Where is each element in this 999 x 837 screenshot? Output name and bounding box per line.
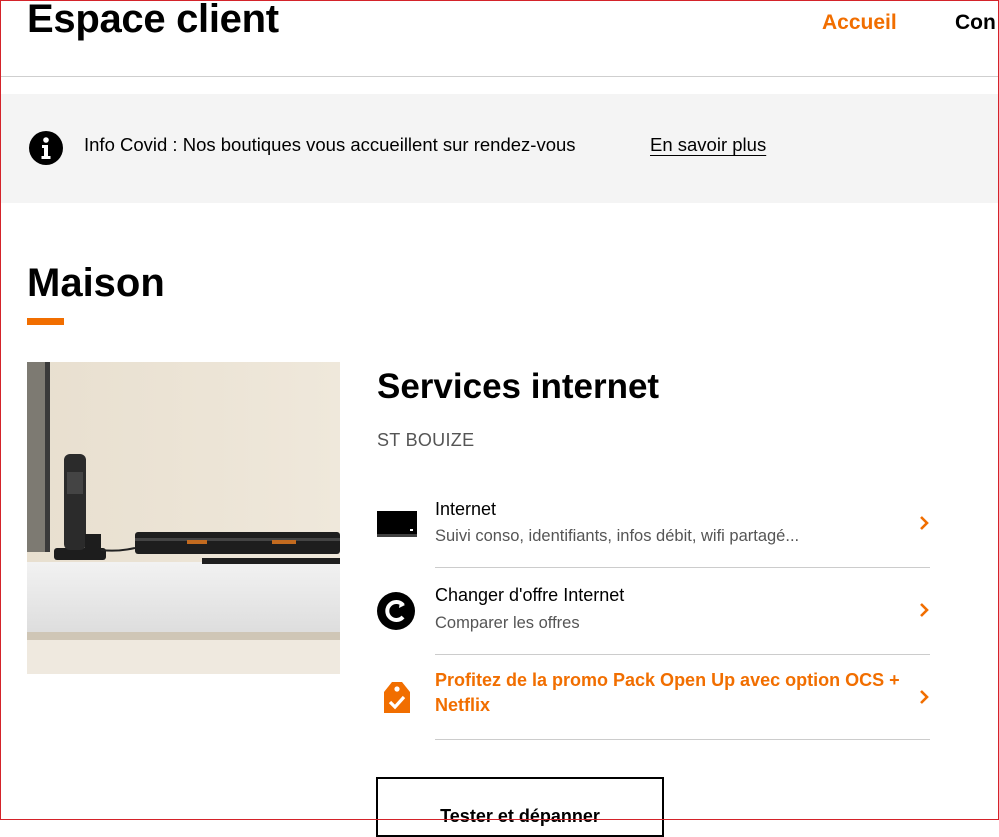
chevron-right-icon bbox=[920, 516, 929, 530]
promo-tag-icon bbox=[384, 682, 410, 713]
change-offer-icon bbox=[377, 592, 415, 630]
home-equipment-photo bbox=[27, 362, 340, 674]
section-title: Maison bbox=[27, 261, 165, 305]
divider bbox=[435, 739, 930, 740]
banner-text: Info Covid : Nos boutiques vous accueill… bbox=[84, 134, 576, 155]
service-change-offer[interactable]: Changer d'offre Internet Comparer les of… bbox=[377, 584, 937, 644]
divider bbox=[435, 567, 930, 568]
header: Espace client Accueil Con bbox=[0, 0, 999, 77]
services-title: Services internet bbox=[377, 367, 660, 406]
test-and-troubleshoot-button[interactable]: Tester et dépanner bbox=[376, 777, 664, 837]
title-accent-bar bbox=[27, 318, 64, 325]
covid-info-banner: Info Covid : Nos boutiques vous accueill… bbox=[0, 94, 999, 203]
service-title: Internet bbox=[435, 499, 497, 519]
info-icon bbox=[29, 131, 63, 165]
service-description: Suivi conso, identifiants, infos débit, … bbox=[435, 527, 800, 545]
nav-link-partial[interactable]: Con bbox=[955, 11, 996, 35]
service-promo-openup[interactable]: Profitez de la promo Pack Open Up avec o… bbox=[377, 668, 937, 728]
chevron-right-icon bbox=[920, 690, 929, 704]
service-title: Changer d'offre Internet bbox=[435, 585, 625, 605]
page-title: Espace client bbox=[27, 0, 279, 41]
services-subtitle: ST BOUIZE bbox=[377, 430, 475, 450]
learn-more-link[interactable]: En savoir plus bbox=[650, 134, 766, 156]
promo-title: Profitez de la promo Pack Open Up avec o… bbox=[435, 670, 900, 715]
livebox-icon bbox=[377, 511, 417, 537]
service-description: Comparer les offres bbox=[435, 614, 580, 632]
service-internet[interactable]: Internet Suivi conso, identifiants, info… bbox=[377, 498, 937, 558]
nav-link-accueil[interactable]: Accueil bbox=[822, 11, 897, 35]
divider bbox=[435, 654, 930, 655]
chevron-right-icon bbox=[920, 603, 929, 617]
